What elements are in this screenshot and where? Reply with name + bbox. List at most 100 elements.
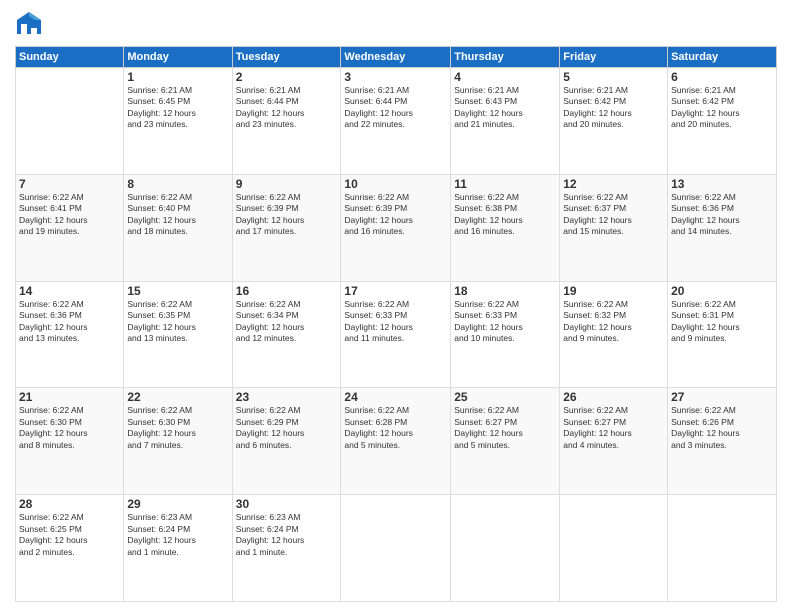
day-info: Sunrise: 6:23 AM Sunset: 6:24 PM Dayligh… [127, 512, 228, 558]
calendar-cell: 5Sunrise: 6:21 AM Sunset: 6:42 PM Daylig… [560, 68, 668, 175]
calendar-cell [341, 495, 451, 602]
day-number: 3 [344, 70, 447, 84]
day-number: 12 [563, 177, 664, 191]
day-number: 15 [127, 284, 228, 298]
calendar-cell: 30Sunrise: 6:23 AM Sunset: 6:24 PM Dayli… [232, 495, 341, 602]
day-info: Sunrise: 6:22 AM Sunset: 6:26 PM Dayligh… [671, 405, 773, 451]
day-info: Sunrise: 6:22 AM Sunset: 6:30 PM Dayligh… [19, 405, 120, 451]
day-info: Sunrise: 6:22 AM Sunset: 6:39 PM Dayligh… [236, 192, 338, 238]
calendar-cell: 1Sunrise: 6:21 AM Sunset: 6:45 PM Daylig… [124, 68, 232, 175]
day-info: Sunrise: 6:21 AM Sunset: 6:42 PM Dayligh… [671, 85, 773, 131]
day-info: Sunrise: 6:22 AM Sunset: 6:33 PM Dayligh… [454, 299, 556, 345]
day-info: Sunrise: 6:22 AM Sunset: 6:28 PM Dayligh… [344, 405, 447, 451]
weekday-header-friday: Friday [560, 47, 668, 68]
calendar-cell: 19Sunrise: 6:22 AM Sunset: 6:32 PM Dayli… [560, 281, 668, 388]
day-info: Sunrise: 6:22 AM Sunset: 6:36 PM Dayligh… [19, 299, 120, 345]
calendar-cell: 8Sunrise: 6:22 AM Sunset: 6:40 PM Daylig… [124, 174, 232, 281]
calendar-cell: 13Sunrise: 6:22 AM Sunset: 6:36 PM Dayli… [668, 174, 777, 281]
day-info: Sunrise: 6:22 AM Sunset: 6:31 PM Dayligh… [671, 299, 773, 345]
day-info: Sunrise: 6:23 AM Sunset: 6:24 PM Dayligh… [236, 512, 338, 558]
day-info: Sunrise: 6:22 AM Sunset: 6:37 PM Dayligh… [563, 192, 664, 238]
calendar-cell: 27Sunrise: 6:22 AM Sunset: 6:26 PM Dayli… [668, 388, 777, 495]
calendar-cell: 2Sunrise: 6:21 AM Sunset: 6:44 PM Daylig… [232, 68, 341, 175]
weekday-header-wednesday: Wednesday [341, 47, 451, 68]
day-number: 20 [671, 284, 773, 298]
day-info: Sunrise: 6:22 AM Sunset: 6:27 PM Dayligh… [563, 405, 664, 451]
day-number: 21 [19, 390, 120, 404]
day-number: 24 [344, 390, 447, 404]
calendar-cell: 16Sunrise: 6:22 AM Sunset: 6:34 PM Dayli… [232, 281, 341, 388]
page: SundayMondayTuesdayWednesdayThursdayFrid… [0, 0, 792, 612]
calendar-cell: 7Sunrise: 6:22 AM Sunset: 6:41 PM Daylig… [16, 174, 124, 281]
day-number: 23 [236, 390, 338, 404]
calendar-cell: 6Sunrise: 6:21 AM Sunset: 6:42 PM Daylig… [668, 68, 777, 175]
day-number: 13 [671, 177, 773, 191]
day-number: 27 [671, 390, 773, 404]
day-info: Sunrise: 6:22 AM Sunset: 6:30 PM Dayligh… [127, 405, 228, 451]
day-number: 9 [236, 177, 338, 191]
calendar-week-3: 14Sunrise: 6:22 AM Sunset: 6:36 PM Dayli… [16, 281, 777, 388]
day-number: 2 [236, 70, 338, 84]
day-number: 22 [127, 390, 228, 404]
calendar-cell [16, 68, 124, 175]
weekday-header-saturday: Saturday [668, 47, 777, 68]
calendar-cell: 4Sunrise: 6:21 AM Sunset: 6:43 PM Daylig… [451, 68, 560, 175]
day-number: 8 [127, 177, 228, 191]
day-number: 18 [454, 284, 556, 298]
day-number: 26 [563, 390, 664, 404]
calendar-cell [668, 495, 777, 602]
day-info: Sunrise: 6:22 AM Sunset: 6:36 PM Dayligh… [671, 192, 773, 238]
calendar-cell [560, 495, 668, 602]
weekday-header-thursday: Thursday [451, 47, 560, 68]
calendar-cell: 10Sunrise: 6:22 AM Sunset: 6:39 PM Dayli… [341, 174, 451, 281]
calendar-cell: 22Sunrise: 6:22 AM Sunset: 6:30 PM Dayli… [124, 388, 232, 495]
day-info: Sunrise: 6:22 AM Sunset: 6:34 PM Dayligh… [236, 299, 338, 345]
day-info: Sunrise: 6:22 AM Sunset: 6:29 PM Dayligh… [236, 405, 338, 451]
calendar-week-4: 21Sunrise: 6:22 AM Sunset: 6:30 PM Dayli… [16, 388, 777, 495]
day-number: 4 [454, 70, 556, 84]
calendar-week-5: 28Sunrise: 6:22 AM Sunset: 6:25 PM Dayli… [16, 495, 777, 602]
calendar-cell: 18Sunrise: 6:22 AM Sunset: 6:33 PM Dayli… [451, 281, 560, 388]
calendar-header-row: SundayMondayTuesdayWednesdayThursdayFrid… [16, 47, 777, 68]
day-info: Sunrise: 6:21 AM Sunset: 6:42 PM Dayligh… [563, 85, 664, 131]
calendar-week-1: 1Sunrise: 6:21 AM Sunset: 6:45 PM Daylig… [16, 68, 777, 175]
logo [15, 10, 45, 38]
calendar-cell: 11Sunrise: 6:22 AM Sunset: 6:38 PM Dayli… [451, 174, 560, 281]
day-info: Sunrise: 6:22 AM Sunset: 6:40 PM Dayligh… [127, 192, 228, 238]
calendar-cell: 3Sunrise: 6:21 AM Sunset: 6:44 PM Daylig… [341, 68, 451, 175]
day-info: Sunrise: 6:22 AM Sunset: 6:39 PM Dayligh… [344, 192, 447, 238]
calendar-cell: 12Sunrise: 6:22 AM Sunset: 6:37 PM Dayli… [560, 174, 668, 281]
day-info: Sunrise: 6:22 AM Sunset: 6:35 PM Dayligh… [127, 299, 228, 345]
day-number: 19 [563, 284, 664, 298]
calendar-cell: 23Sunrise: 6:22 AM Sunset: 6:29 PM Dayli… [232, 388, 341, 495]
calendar-cell: 28Sunrise: 6:22 AM Sunset: 6:25 PM Dayli… [16, 495, 124, 602]
calendar-cell: 25Sunrise: 6:22 AM Sunset: 6:27 PM Dayli… [451, 388, 560, 495]
calendar-cell: 15Sunrise: 6:22 AM Sunset: 6:35 PM Dayli… [124, 281, 232, 388]
day-number: 1 [127, 70, 228, 84]
calendar-cell: 14Sunrise: 6:22 AM Sunset: 6:36 PM Dayli… [16, 281, 124, 388]
day-info: Sunrise: 6:21 AM Sunset: 6:44 PM Dayligh… [236, 85, 338, 131]
day-number: 7 [19, 177, 120, 191]
day-info: Sunrise: 6:21 AM Sunset: 6:45 PM Dayligh… [127, 85, 228, 131]
day-number: 16 [236, 284, 338, 298]
weekday-header-sunday: Sunday [16, 47, 124, 68]
calendar-week-2: 7Sunrise: 6:22 AM Sunset: 6:41 PM Daylig… [16, 174, 777, 281]
day-number: 14 [19, 284, 120, 298]
calendar-table: SundayMondayTuesdayWednesdayThursdayFrid… [15, 46, 777, 602]
calendar-cell: 24Sunrise: 6:22 AM Sunset: 6:28 PM Dayli… [341, 388, 451, 495]
day-info: Sunrise: 6:21 AM Sunset: 6:43 PM Dayligh… [454, 85, 556, 131]
day-number: 25 [454, 390, 556, 404]
day-number: 5 [563, 70, 664, 84]
calendar-cell: 17Sunrise: 6:22 AM Sunset: 6:33 PM Dayli… [341, 281, 451, 388]
logo-icon [15, 10, 43, 38]
day-info: Sunrise: 6:22 AM Sunset: 6:41 PM Dayligh… [19, 192, 120, 238]
day-number: 29 [127, 497, 228, 511]
calendar-cell [451, 495, 560, 602]
calendar-cell: 29Sunrise: 6:23 AM Sunset: 6:24 PM Dayli… [124, 495, 232, 602]
day-number: 11 [454, 177, 556, 191]
weekday-header-monday: Monday [124, 47, 232, 68]
calendar-cell: 21Sunrise: 6:22 AM Sunset: 6:30 PM Dayli… [16, 388, 124, 495]
calendar-cell: 26Sunrise: 6:22 AM Sunset: 6:27 PM Dayli… [560, 388, 668, 495]
day-info: Sunrise: 6:22 AM Sunset: 6:33 PM Dayligh… [344, 299, 447, 345]
header [15, 10, 777, 38]
